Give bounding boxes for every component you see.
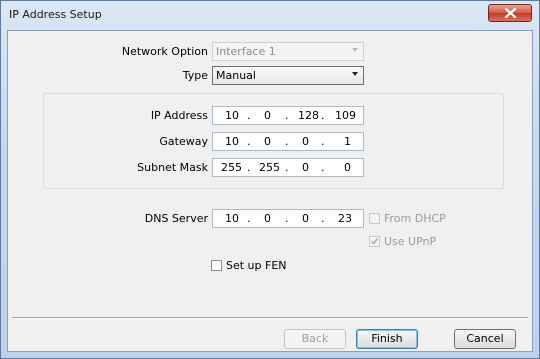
ip-address-octet-4: 109: [335, 109, 356, 122]
ip-separator: .: [285, 109, 289, 122]
setup-fen-checkbox[interactable]: [211, 260, 222, 271]
ip-separator: .: [247, 161, 251, 174]
dns-server-octet-1: 10: [225, 212, 239, 225]
footer-separator: [12, 317, 528, 319]
chevron-down-icon: [352, 48, 358, 52]
type-value: Manual: [216, 69, 256, 82]
use-upnp-checkbox[interactable]: [369, 236, 380, 247]
gateway-octet-2: 0: [264, 135, 271, 148]
ip-address-setup-window: IP Address Setup Network Option Interfac…: [0, 0, 540, 359]
dns-server-octet-3: 0: [302, 212, 309, 225]
network-option-label: Network Option: [121, 45, 208, 58]
dialog-body: Network Option Interface 1 Type Manual I…: [7, 30, 533, 352]
title-bar[interactable]: IP Address Setup: [1, 1, 539, 29]
ip-separator: .: [285, 212, 289, 225]
ip-separator: .: [247, 109, 251, 122]
ip-address-octet-1: 10: [225, 109, 239, 122]
network-option-select[interactable]: Interface 1: [212, 42, 364, 61]
type-label: Type: [182, 69, 208, 82]
ip-address-octet-3: 128: [298, 109, 319, 122]
checkmark-icon: [370, 238, 379, 245]
finish-button[interactable]: Finish: [356, 329, 418, 349]
gateway-octet-4: 1: [344, 135, 351, 148]
close-button[interactable]: [488, 4, 532, 22]
ip-separator: .: [321, 212, 325, 225]
ip-separator: .: [285, 161, 289, 174]
from-dhcp-label: From DHCP: [384, 212, 446, 225]
ip-address-label: IP Address: [150, 109, 208, 122]
back-button[interactable]: Back: [284, 329, 346, 349]
dns-server-octet-4: 23: [338, 212, 352, 225]
cancel-button[interactable]: Cancel: [454, 329, 516, 349]
ip-separator: .: [321, 109, 325, 122]
dns-server-octet-2: 0: [264, 212, 271, 225]
ip-separator: .: [247, 212, 251, 225]
ip-separator: .: [321, 161, 325, 174]
gateway-field[interactable]: 10 . 0 . 0 . 1: [212, 132, 364, 151]
subnet-mask-label: Subnet Mask: [137, 161, 208, 174]
close-icon: [505, 8, 516, 18]
type-select[interactable]: Manual: [212, 66, 364, 85]
subnet-mask-octet-1: 255: [221, 161, 242, 174]
ip-separator: .: [321, 135, 325, 148]
gateway-label: Gateway: [159, 135, 208, 148]
dns-server-field[interactable]: 10 . 0 . 0 . 23: [212, 209, 364, 228]
from-dhcp-checkbox[interactable]: [369, 213, 380, 224]
chevron-down-icon: [352, 72, 358, 76]
window-title: IP Address Setup: [9, 8, 102, 21]
dns-server-label: DNS Server: [144, 212, 208, 225]
subnet-mask-octet-3: 0: [302, 161, 309, 174]
setup-fen-label: Set up FEN: [226, 259, 287, 272]
ip-address-octet-2: 0: [264, 109, 271, 122]
subnet-mask-octet-4: 0: [344, 161, 351, 174]
ip-separator: .: [247, 135, 251, 148]
ip-address-field[interactable]: 10 . 0 . 128 . 109: [212, 106, 364, 125]
ip-separator: .: [285, 135, 289, 148]
network-option-value: Interface 1: [216, 45, 276, 58]
use-upnp-label: Use UPnP: [384, 235, 437, 248]
gateway-octet-1: 10: [225, 135, 239, 148]
gateway-octet-3: 0: [302, 135, 309, 148]
subnet-mask-octet-2: 255: [259, 161, 280, 174]
subnet-mask-field[interactable]: 255 . 255 . 0 . 0: [212, 158, 364, 177]
